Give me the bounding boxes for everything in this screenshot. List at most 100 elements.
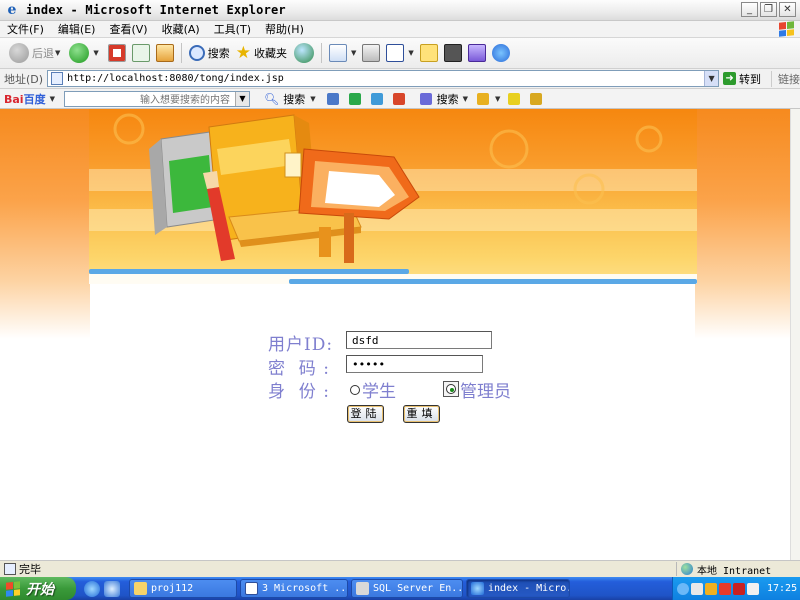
window-controls: _ ❐ ✕ (741, 2, 796, 17)
k-tool-icon[interactable] (443, 44, 462, 62)
tray-volume-icon[interactable] (747, 582, 759, 595)
search-icon (188, 45, 205, 61)
tray-security-icon[interactable] (705, 582, 717, 595)
word-icon (245, 582, 258, 595)
search-button[interactable]: 搜索 (186, 41, 233, 65)
system-tray: 17:25 (672, 577, 800, 600)
address-bar: 地址(D) ▼ ➜ 转到 链接 (0, 69, 800, 89)
refresh-icon[interactable] (131, 44, 150, 62)
url-input[interactable] (67, 73, 705, 84)
taskbar-item-ie[interactable]: index - Micro... (466, 579, 570, 598)
edit-dropdown-icon[interactable]: ▼ (408, 49, 413, 57)
userid-input[interactable] (346, 331, 492, 349)
popup-blocker-icon[interactable] (476, 92, 489, 105)
research-icon[interactable] (467, 44, 486, 62)
menu-bar: 文件(F) 编辑(E) 查看(V) 收藏(A) 工具(T) 帮助(H) (0, 21, 800, 38)
baidu-search-dropdown-icon[interactable]: ▼ (310, 95, 315, 103)
tray-av-icon[interactable] (719, 582, 731, 595)
baidu-toolbar: Bai百度 ▼ ▼ 🔍︎ 搜索 ▼ 搜索 ▼ ▼ (0, 89, 800, 109)
tray-arrow-icon[interactable] (677, 582, 689, 595)
menu-edit[interactable]: 编辑(E) (51, 21, 103, 37)
windows-flag-icon (6, 580, 20, 597)
student-label: 学生 (362, 382, 396, 402)
forward-button[interactable]: ▼ (66, 41, 104, 65)
reset-button[interactable]: 重填 (403, 405, 440, 423)
student-radio[interactable] (350, 385, 360, 395)
menu-view[interactable]: 查看(V) (102, 21, 154, 37)
password-input[interactable] (346, 355, 483, 373)
ie-icon: e (7, 2, 17, 18)
status-bar: 完毕 本地 Intranet (0, 560, 800, 577)
sql-server-icon (356, 582, 369, 595)
taskbar-item-word[interactable]: 3 Microsoft ... (240, 579, 348, 598)
forward-dropdown-icon[interactable]: ▼ (93, 49, 98, 57)
home-icon[interactable] (155, 44, 174, 62)
window-title: index - Microsoft Internet Explorer (26, 3, 286, 17)
maximize-button[interactable]: ❐ (760, 2, 777, 17)
tray-k-icon[interactable] (733, 582, 745, 595)
baidu-post-icon[interactable] (392, 92, 405, 105)
menu-favorites[interactable]: 收藏(A) (155, 21, 207, 37)
back-button[interactable]: 后退 ▼ (6, 41, 66, 65)
baidu-search-box[interactable]: ▼ (63, 90, 250, 107)
menu-help[interactable]: 帮助(H) (258, 21, 311, 37)
discuss-icon[interactable] (419, 44, 438, 62)
menu-file[interactable]: 文件(F) (0, 21, 51, 37)
security-zone: 本地 Intranet (676, 562, 772, 577)
start-button[interactable]: 开始 (0, 577, 76, 600)
baidu-news-icon[interactable] (326, 92, 339, 105)
baidu-second-dropdown-icon[interactable]: ▼ (463, 95, 468, 103)
desktop-quicklaunch-icon[interactable] (104, 580, 120, 597)
baidu-image-icon[interactable] (370, 92, 383, 105)
minimize-button[interactable]: _ (741, 2, 758, 17)
mail-dropdown-icon[interactable]: ▼ (351, 49, 356, 57)
intranet-globe-icon (681, 563, 693, 575)
print-icon[interactable] (362, 44, 381, 62)
history-icon[interactable] (294, 43, 315, 63)
close-button[interactable]: ✕ (779, 2, 796, 17)
favorites-label: 收藏夹 (254, 47, 288, 60)
taskbar-item-sql[interactable]: SQL Server En... (351, 579, 463, 598)
taskbar-item-folder[interactable]: proj112 (129, 579, 237, 598)
login-button[interactable]: 登陆 (347, 405, 384, 423)
address-field[interactable]: ▼ (47, 70, 720, 87)
back-dropdown-icon[interactable]: ▼ (55, 49, 60, 57)
zone-label: 本地 Intranet (697, 565, 772, 577)
folder-icon (134, 582, 147, 595)
quick-launch (84, 580, 120, 597)
back-arrow-icon (9, 43, 29, 63)
highlight-pen-icon[interactable] (508, 92, 521, 105)
edit-word-icon[interactable] (386, 44, 405, 62)
baidu-menu-dropdown-icon[interactable]: ▼ (50, 95, 55, 103)
stop-icon[interactable] (107, 44, 126, 62)
links-button[interactable]: 链接 (771, 70, 800, 87)
baidu-search-button[interactable]: 🔍︎ 搜索 ▼ (256, 91, 319, 107)
admin-radio[interactable] (443, 381, 459, 397)
selected-dot-icon (450, 388, 454, 392)
vertical-scrollbar[interactable] (790, 109, 800, 560)
baidu-history-dropdown-icon[interactable]: ▼ (234, 91, 249, 106)
start-label: 开始 (26, 581, 54, 598)
menu-tools[interactable]: 工具(T) (207, 21, 258, 37)
tray-network-icon[interactable] (691, 582, 703, 595)
address-dropdown-icon[interactable]: ▼ (704, 71, 719, 86)
clear-icon[interactable] (530, 92, 543, 105)
favorites-button[interactable]: ★ 收藏夹 (233, 41, 290, 65)
baidu-search-input[interactable] (64, 93, 233, 107)
windows-logo-icon (779, 21, 794, 37)
role-label: 身 份 : (268, 382, 330, 402)
search-label: 搜索 (207, 47, 230, 60)
baidu-highlight-icon[interactable] (419, 92, 432, 105)
messenger-icon[interactable] (491, 44, 510, 62)
popup-dropdown-icon[interactable]: ▼ (495, 95, 500, 103)
mail-icon[interactable] (329, 44, 348, 62)
back-label: 后退 (32, 47, 54, 60)
baidu-mp3-icon[interactable] (348, 92, 361, 105)
go-button[interactable]: ➜ 转到 (723, 71, 761, 87)
go-arrow-icon: ➜ (723, 72, 737, 85)
clock: 17:25 (767, 583, 798, 594)
baidu-search-label-2[interactable]: 搜索 (437, 91, 459, 107)
baidu-logo[interactable]: Bai百度 (4, 91, 46, 107)
favorites-star-icon: ★ (235, 43, 252, 63)
ie-quicklaunch-icon[interactable] (84, 580, 100, 597)
